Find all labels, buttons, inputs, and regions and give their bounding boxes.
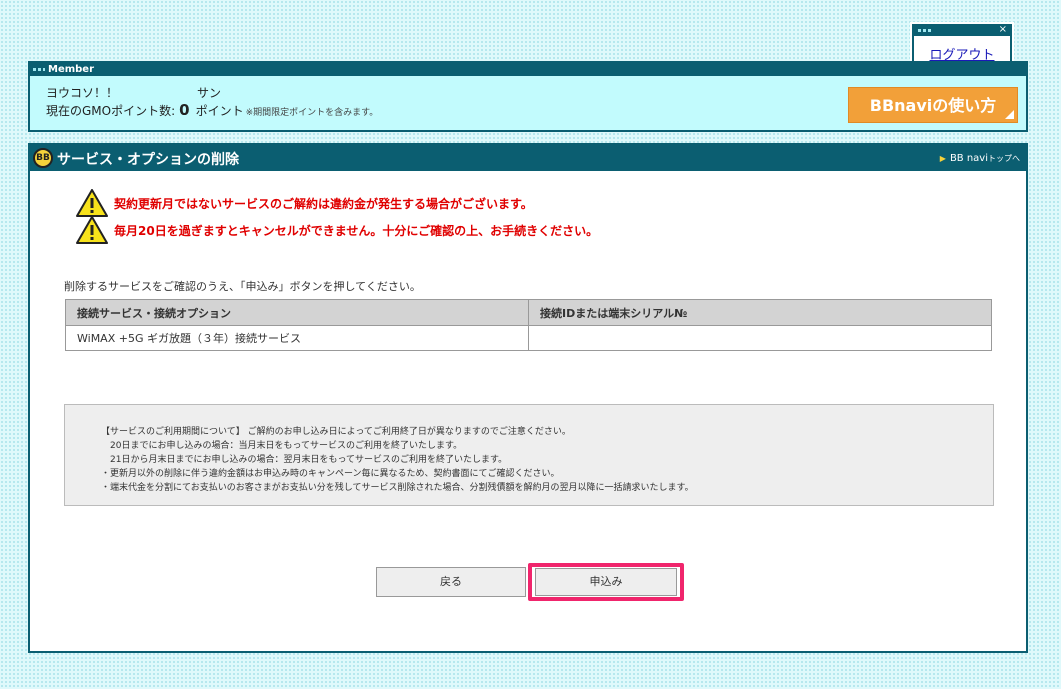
triangle-right-icon: ▶ xyxy=(939,154,946,163)
column-header: 接続IDまたは端末シリアル№ xyxy=(528,299,992,326)
close-icon[interactable]: × xyxy=(999,24,1007,36)
warning-row: 契約更新月ではないサービスのご解約は違約金が発生する場合がございます。 xyxy=(76,189,533,217)
page-title: サービス・オプションの削除 xyxy=(57,152,239,168)
bb-logo-icon: BB xyxy=(33,148,53,168)
greeting-text: ヨウコソ！！ xyxy=(46,86,119,100)
notice-line: ・端末代金を分割にてお支払いのお客さまがお支払い分を残してサービス削除された場合… xyxy=(101,483,694,493)
member-panel: Member ヨウコソ！！ サン 現在のGMOポイント数: 0 ポイント ※期間限定ポ… xyxy=(28,61,1028,132)
notice-line: 20日までにお申し込みの場合：当月末日をもってサービスのご利用を終了いたします。 xyxy=(101,441,463,451)
warning-icon xyxy=(76,216,108,244)
top-link-label: BB navi xyxy=(949,153,988,164)
table-row: WiMAX +5G ギガ放題（３年）接続サービス xyxy=(65,325,992,351)
table-cell xyxy=(528,325,992,351)
notice-line: 21日から月末日までにお申し込みの場合：翌月末日をもってサービスのご利用を終了い… xyxy=(101,455,508,465)
notice-line: 【サービスのご利用期間について】 ご解約のお申し込み日によってご利用終了日が異な… xyxy=(101,427,571,437)
points-unit: ポイント xyxy=(195,104,244,118)
points-value: 0 xyxy=(179,101,190,119)
warning-text: 契約更新月ではないサービスのご解約は違約金が発生する場合がございます。 xyxy=(114,196,533,211)
member-bar-dots-icon xyxy=(33,68,45,71)
member-bar: Member xyxy=(30,63,1026,76)
points-row: 現在のGMOポイント数: 0 ポイント ※期間限定ポイントを含みます。 xyxy=(46,101,378,119)
points-note: ※期間限定ポイントを含みます。 xyxy=(245,108,379,118)
warning-text: 毎月20日を過ぎますとキャンセルができません。十分にご確認の上、お手続きください… xyxy=(114,223,599,238)
bbnavi-top-link[interactable]: ▶ BB naviトップへ xyxy=(940,153,1020,164)
back-button[interactable]: 戻る xyxy=(376,567,526,597)
top-link-suffix: トップへ xyxy=(988,154,1020,163)
table-header-row: 接続サービス・接続オプション 接続IDまたは端末シリアル№ xyxy=(65,299,992,326)
column-header: 接続サービス・接続オプション xyxy=(65,299,529,326)
apply-button[interactable]: 申込み xyxy=(535,568,677,596)
titlebar-dots-icon xyxy=(918,29,932,32)
notice-line: ・更新月以外の削除に伴う違約金額はお申込み時のキャンペーン毎に異なるため、契約書… xyxy=(101,469,560,479)
service-table: 接続サービス・接続オプション 接続IDまたは端末シリアル№ WiMAX +5G … xyxy=(65,299,992,351)
logout-titlebar: × xyxy=(914,24,1010,36)
main-header: BB サービス・オプションの削除 ▶ BB naviトップへ xyxy=(30,145,1026,171)
corner-arrow-icon xyxy=(1005,110,1014,119)
points-label: 現在のGMOポイント数: xyxy=(46,104,176,118)
table-cell: WiMAX +5G ギガ放題（３年）接続サービス xyxy=(65,325,529,351)
notice-box: 【サービスのご利用期間について】 ご解約のお申し込み日によってご利用終了日が異な… xyxy=(64,404,994,506)
bbnavi-guide-button[interactable]: BBnaviの使い方 xyxy=(848,87,1018,123)
main-panel: BB サービス・オプションの削除 ▶ BB naviトップへ 契約更新月ではないサ… xyxy=(28,143,1028,653)
member-name: サン xyxy=(197,86,222,100)
warning-icon xyxy=(76,189,108,217)
member-bar-label: Member xyxy=(48,64,95,75)
instruction-text: 削除するサービスをご確認のうえ、「申込み」ボタンを押してください。 xyxy=(64,280,421,293)
guide-button-label: BBnaviの使い方 xyxy=(869,96,997,115)
apply-button-highlight: 申込み xyxy=(528,563,684,601)
warning-row: 毎月20日を過ぎますとキャンセルができません。十分にご確認の上、お手続きください… xyxy=(76,216,598,244)
